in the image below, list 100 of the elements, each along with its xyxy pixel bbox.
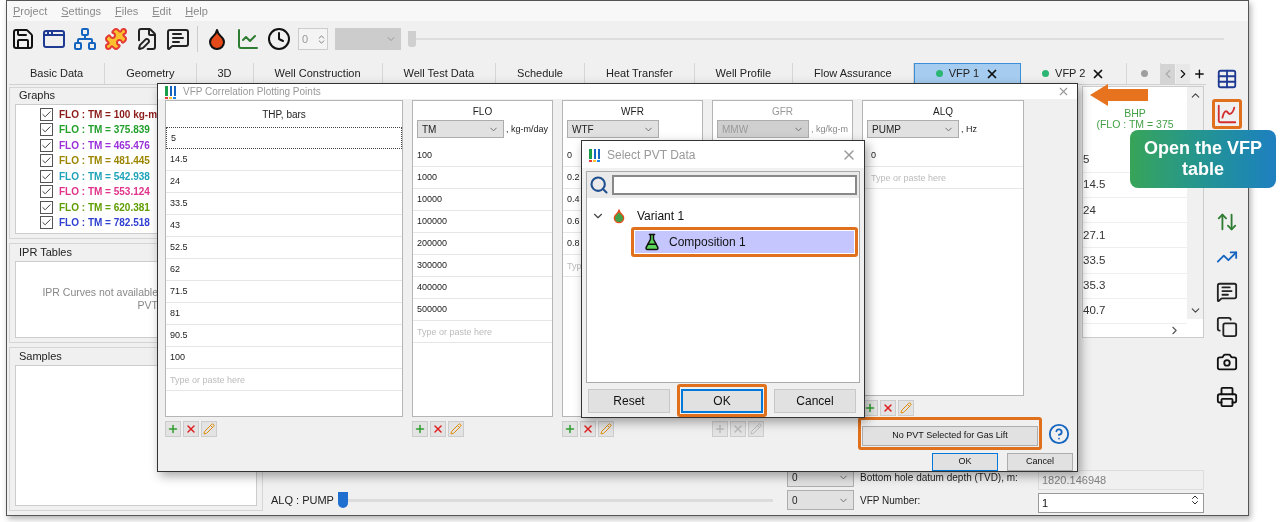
checkbox[interactable] <box>40 200 53 214</box>
save-icon[interactable] <box>11 27 35 51</box>
dropdown[interactable]: 0 <box>787 490 854 510</box>
camera-icon[interactable] <box>1216 351 1238 373</box>
checkbox[interactable] <box>40 123 53 137</box>
value-input[interactable]: Type or paste here <box>413 321 552 344</box>
checkbox[interactable] <box>40 216 53 230</box>
value-cell[interactable]: 24 <box>166 171 402 194</box>
check-icon <box>41 108 52 120</box>
dialog-button[interactable]: Cancel <box>1007 453 1073 471</box>
slider[interactable] <box>337 492 773 508</box>
graph-label[interactable]: FLO : TM = 782.518 <box>59 215 150 231</box>
slider[interactable] <box>408 31 1224 47</box>
delete-icon[interactable] <box>580 421 596 438</box>
tab-label: Geometry <box>126 66 175 82</box>
value-cell[interactable]: 33.5 <box>166 193 402 216</box>
drop-icon <box>611 208 627 224</box>
scroll-right-icon[interactable] <box>1176 63 1191 84</box>
value-cell[interactable]: 1000 <box>413 167 552 190</box>
value-cell[interactable]: 90.5 <box>166 325 402 348</box>
slider-thumb[interactable] <box>408 31 416 47</box>
value-cell[interactable]: 300000 <box>413 255 552 278</box>
value-cell[interactable]: 500000 <box>413 299 552 322</box>
value-cell[interactable]: 52.5 <box>166 237 402 260</box>
column-header: BHP <box>1124 108 1146 119</box>
checkbox[interactable] <box>40 138 53 152</box>
unit-label: , Hz <box>961 123 977 137</box>
tab-label: Well Construction <box>274 66 361 82</box>
value-input[interactable]: Type or paste here <box>166 369 402 392</box>
delete-icon[interactable] <box>430 421 446 438</box>
printer-icon[interactable] <box>1216 386 1238 408</box>
tab-label: Flow Assurance <box>814 66 892 82</box>
dialog-button[interactable]: OK <box>932 453 998 471</box>
graph-label[interactable]: FLO : TM = 553.124 <box>59 184 150 200</box>
unit-dropdown[interactable]: TM <box>417 120 504 139</box>
unit-dropdown[interactable]: PUMP <box>867 120 959 139</box>
unit-label: , kg-m/day <box>506 123 548 137</box>
column-header: GFR <box>770 105 795 120</box>
tab-label: Schedule <box>517 66 563 82</box>
tab-label: Well Test Data <box>403 66 475 82</box>
spin-field[interactable]: 1 <box>1038 493 1204 513</box>
tab-label: VFP 1 <box>948 66 980 82</box>
speech-bubble-icon[interactable] <box>1216 281 1238 303</box>
spin-arrows-icon <box>316 33 327 45</box>
column-header: FLO <box>471 105 494 120</box>
slider-thumb[interactable] <box>337 492 348 508</box>
checkbox[interactable] <box>40 107 53 121</box>
tab-label: 3D <box>217 66 232 82</box>
value-cell[interactable]: 10000 <box>413 189 552 212</box>
value-cell[interactable]: 5 <box>166 127 402 150</box>
tab-label: Heat Transfer <box>605 66 673 82</box>
check-icon <box>41 170 52 182</box>
column-header: WFR <box>620 105 645 120</box>
dialog-button[interactable]: Cancel <box>774 389 856 413</box>
chart-icon[interactable] <box>236 27 260 51</box>
delete-icon[interactable] <box>183 421 199 438</box>
unit-dropdown[interactable]: WTF <box>567 120 659 139</box>
value-cell[interactable]: 43 <box>166 215 402 238</box>
value-cell[interactable]: 100 <box>166 347 402 370</box>
delete-icon[interactable] <box>880 400 896 417</box>
value-cell[interactable]: 81 <box>166 303 402 326</box>
graph-label[interactable]: FLO : TM = 481.445 <box>59 153 150 169</box>
table-icon[interactable] <box>1216 68 1238 90</box>
checkbox[interactable] <box>40 185 53 199</box>
dialog-title: VFP Correlation Plotting Points <box>183 85 322 100</box>
edit-icon[interactable] <box>598 421 614 438</box>
tree-item[interactable]: Composition 1 <box>635 231 854 253</box>
checkbox[interactable] <box>40 169 53 183</box>
value-cell[interactable]: 200000 <box>413 233 552 256</box>
value-cell[interactable]: 71.5 <box>166 281 402 304</box>
document-edit-icon[interactable] <box>135 27 159 51</box>
dialog-button[interactable]: Reset <box>588 389 670 413</box>
search-icon <box>589 175 609 195</box>
graph-label[interactable]: FLO : TM = 465.476 <box>59 137 150 153</box>
tab[interactable]: Basic Data <box>9 63 106 84</box>
gas-lift-button[interactable]: No PVT Selected for Gas Lift <box>862 426 1038 446</box>
copy-icon[interactable] <box>1216 316 1238 338</box>
puzzle-icon[interactable] <box>104 27 128 51</box>
value-cell[interactable]: 100 <box>413 145 552 168</box>
spin-arrows-icon[interactable] <box>1189 494 1201 506</box>
swap-arrows-icon[interactable] <box>1216 211 1238 233</box>
hierarchy-icon[interactable] <box>73 27 97 51</box>
dialog-button[interactable]: OK <box>681 389 763 413</box>
clock-icon[interactable] <box>267 27 291 51</box>
checkbox[interactable] <box>40 154 53 168</box>
search-field[interactable] <box>612 175 857 195</box>
speech-bubble-icon[interactable] <box>166 27 190 51</box>
value-cell[interactable]: 14.5 <box>166 149 402 172</box>
new-window-icon[interactable] <box>42 27 66 51</box>
tree-item[interactable]: Variant 1 <box>637 205 685 227</box>
value-cell[interactable]: 62 <box>166 259 402 282</box>
column-header: THP, bars <box>261 108 307 123</box>
value-cell[interactable]: 100000 <box>413 211 552 234</box>
dialog-title: Select PVT Data <box>607 146 697 164</box>
tab-label: VFP 2 <box>1055 66 1086 82</box>
callout-arrow <box>1090 84 1148 106</box>
value-cell[interactable]: 400000 <box>413 277 552 300</box>
graph-label[interactable]: FLO : TM = 100 kg-m <box>59 106 158 122</box>
field-label: VFP Number: <box>860 493 922 508</box>
help-icon[interactable] <box>1048 422 1070 445</box>
